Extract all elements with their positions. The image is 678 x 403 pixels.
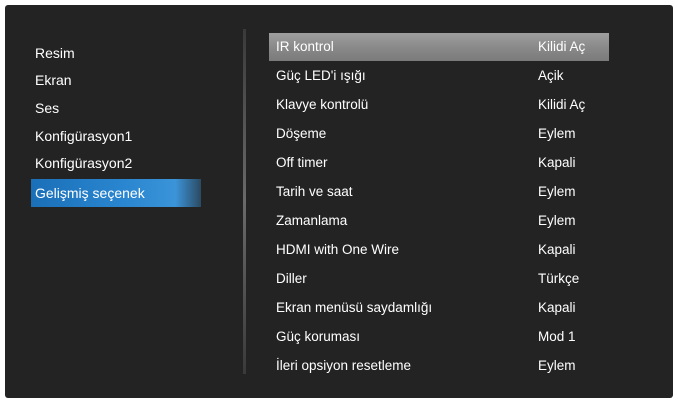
- category-item-ekran[interactable]: Ekran: [31, 66, 201, 94]
- setting-value: Kapali: [538, 155, 576, 170]
- setting-label: Off timer: [276, 155, 328, 170]
- setting-value: Eylem: [538, 213, 576, 228]
- setting-row-klavye-kontrolu[interactable]: Klavye kontrolü Kilidi Aç: [269, 91, 609, 119]
- setting-row-hdmi-with-one-wire[interactable]: HDMI with One Wire Kapali: [269, 236, 609, 264]
- category-item-gelismis-secenek[interactable]: Gelişmiş seçenek: [31, 179, 201, 207]
- setting-label: Güç koruması: [276, 329, 361, 344]
- setting-value: Eylem: [538, 126, 576, 141]
- setting-label: Güç LED'i ışığı: [276, 68, 366, 83]
- setting-value: Eylem: [538, 184, 576, 199]
- setting-value: Eylem: [538, 358, 576, 373]
- category-menu: Resim Ekran Ses Konfigürasyon1 Konfigüra…: [5, 5, 245, 398]
- setting-label: IR kontrol: [276, 39, 334, 54]
- menu-divider: [243, 29, 246, 374]
- setting-value: Kilidi Aç: [538, 39, 586, 54]
- setting-row-ekran-menusu-saydamligi[interactable]: Ekran menüsü saydamlığı Kapali: [269, 294, 609, 322]
- setting-value: Kapali: [538, 242, 576, 257]
- setting-value: Açik: [538, 68, 564, 83]
- setting-label: HDMI with One Wire: [276, 242, 400, 257]
- category-item-ses[interactable]: Ses: [31, 94, 201, 122]
- setting-row-ir-kontrol[interactable]: IR kontrol Kilidi Aç: [269, 33, 609, 61]
- setting-label: Ekran menüsü saydamlığı: [276, 300, 433, 315]
- setting-row-diller[interactable]: Diller Türkçe: [269, 265, 609, 293]
- setting-label: İleri opsiyon resetleme: [276, 358, 412, 373]
- setting-value: Kapali: [538, 300, 576, 315]
- osd-menu-panel: Resim Ekran Ses Konfigürasyon1 Konfigüra…: [5, 5, 673, 398]
- category-item-konfigurasyon2[interactable]: Konfigürasyon2: [31, 149, 201, 177]
- category-item-konfigurasyon1[interactable]: Konfigürasyon1: [31, 122, 201, 150]
- setting-row-off-timer[interactable]: Off timer Kapali: [269, 149, 609, 177]
- setting-label: Klavye kontrolü: [276, 97, 369, 112]
- setting-row-guc-led-isigi[interactable]: Güç LED'i ışığı Açik: [269, 62, 609, 90]
- setting-row-doseme[interactable]: Döşeme Eylem: [269, 120, 609, 148]
- setting-value: Mod 1: [538, 329, 576, 344]
- setting-row-guc-korumasi[interactable]: Güç koruması Mod 1: [269, 323, 609, 351]
- setting-label: Döşeme: [276, 126, 327, 141]
- category-item-resim[interactable]: Resim: [31, 39, 201, 67]
- setting-label: Tarih ve saat: [276, 184, 353, 199]
- setting-row-ileri-opsiyon-resetleme[interactable]: İleri opsiyon resetleme Eylem: [269, 352, 609, 380]
- setting-value: Türkçe: [538, 271, 580, 286]
- setting-row-tarih-ve-saat[interactable]: Tarih ve saat Eylem: [269, 178, 609, 206]
- setting-label: Zamanlama: [276, 213, 348, 228]
- setting-row-zamanlama[interactable]: Zamanlama Eylem: [269, 207, 609, 235]
- setting-label: Diller: [276, 271, 307, 286]
- setting-value: Kilidi Aç: [538, 97, 586, 112]
